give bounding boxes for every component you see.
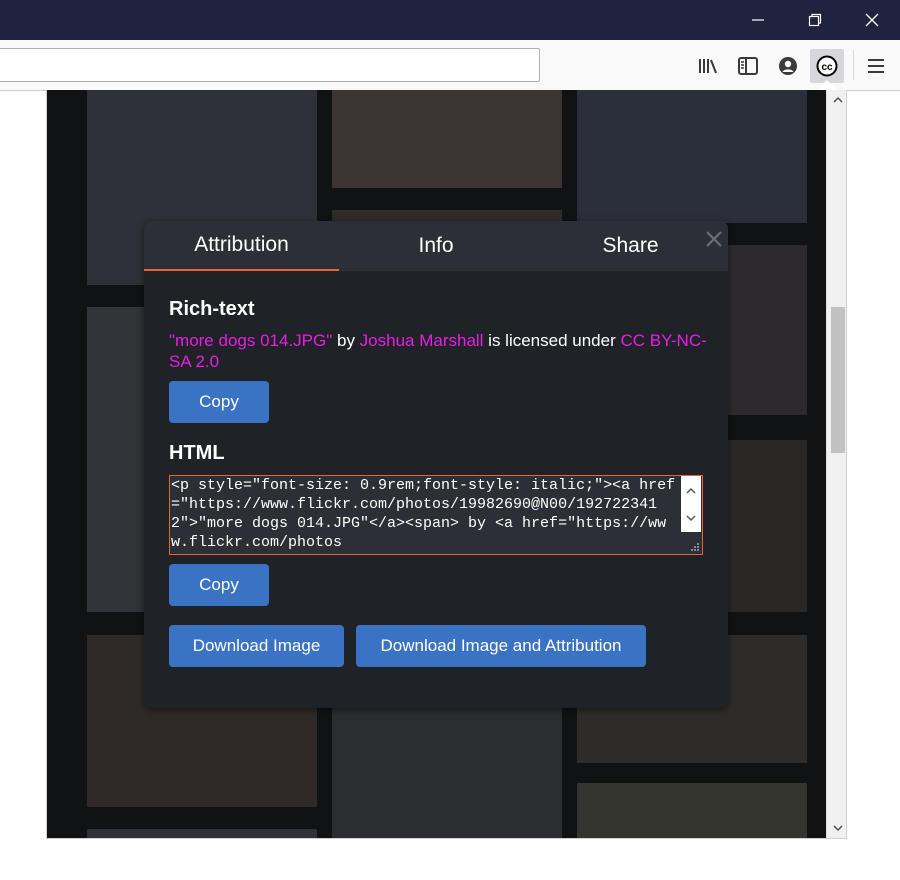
html-code-text: <p style="font-size: 0.9rem;font-style: … <box>171 477 676 551</box>
attribution-modal: Attribution Info Share Rich-text "more d… <box>144 221 728 708</box>
author-link[interactable]: Joshua Marshall <box>360 331 484 350</box>
image-tile[interactable] <box>332 708 562 838</box>
html-code-textarea[interactable]: <p style="font-size: 0.9rem;font-style: … <box>169 475 703 555</box>
tab-share[interactable]: Share <box>533 221 728 271</box>
browser-toolbar: cc <box>0 40 900 91</box>
image-tile[interactable] <box>577 783 807 838</box>
code-scrollbar[interactable] <box>681 476 701 532</box>
toolbar-separator <box>853 50 854 80</box>
code-scroll-down-icon[interactable] <box>681 504 701 532</box>
tab-info[interactable]: Info <box>339 221 533 271</box>
url-bar[interactable] <box>0 48 540 82</box>
scrollbar-thumb[interactable] <box>831 307 845 453</box>
scroll-down-icon[interactable] <box>827 819 846 837</box>
resize-grip-icon[interactable] <box>690 542 700 552</box>
account-icon[interactable] <box>771 49 805 83</box>
code-scroll-up-icon[interactable] <box>681 476 701 504</box>
rich-text-heading: Rich-text <box>169 298 255 320</box>
html-heading: HTML <box>169 442 225 464</box>
copy-html-button[interactable]: Copy <box>169 564 269 606</box>
sidebar-icon[interactable] <box>731 49 765 83</box>
window-titlebar <box>0 0 900 40</box>
by-text: by <box>332 331 360 350</box>
download-image-attribution-button[interactable]: Download Image and Attribution <box>356 625 646 667</box>
rich-text-attribution: "more dogs 014.JPG" by Joshua Marshall i… <box>169 330 709 372</box>
download-image-button[interactable]: Download Image <box>169 625 344 667</box>
tab-attribution[interactable]: Attribution <box>144 221 339 271</box>
licensed-text: is licensed under <box>483 331 621 350</box>
image-tile[interactable] <box>87 829 317 838</box>
copy-rich-text-button[interactable]: Copy <box>169 381 269 423</box>
library-icon[interactable] <box>691 49 725 83</box>
restore-icon[interactable] <box>787 0 843 40</box>
svg-text:cc: cc <box>821 62 833 73</box>
minimize-icon[interactable] <box>730 0 786 40</box>
close-icon[interactable] <box>844 0 900 40</box>
menu-icon[interactable] <box>859 49 893 83</box>
modal-tabs: Attribution Info Share <box>144 221 728 271</box>
close-modal-icon[interactable] <box>701 226 727 252</box>
image-tile[interactable] <box>577 90 807 223</box>
popup-arrow <box>817 80 837 90</box>
image-title-link[interactable]: "more dogs 014.JPG" <box>169 331 332 350</box>
page-scrollbar[interactable] <box>826 90 846 838</box>
scroll-up-icon[interactable] <box>827 90 846 108</box>
cc-icon[interactable]: cc <box>810 49 844 83</box>
image-tile[interactable] <box>332 90 562 188</box>
